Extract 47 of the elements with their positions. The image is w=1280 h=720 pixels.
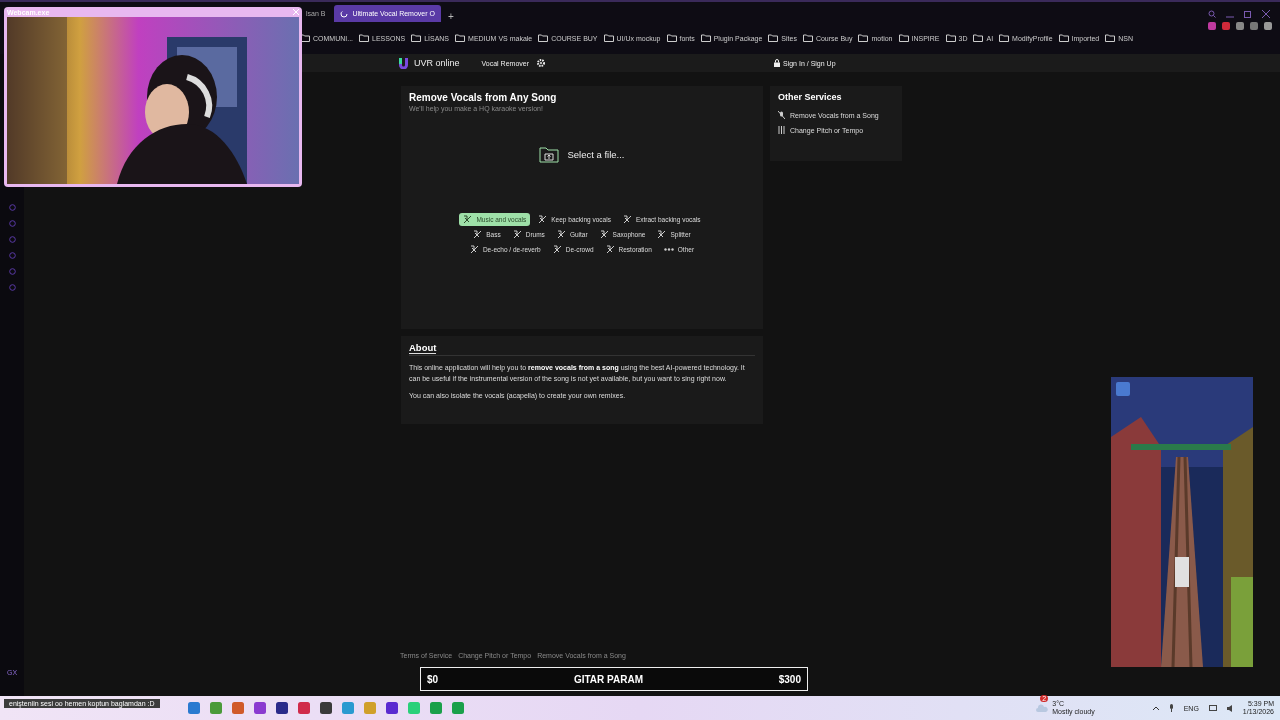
folder-icon [538, 34, 549, 42]
folder-upload-icon [539, 146, 560, 163]
logo-icon[interactable] [398, 57, 409, 69]
folder-icon [802, 34, 813, 42]
folder-icon [999, 34, 1010, 42]
card-title: Remove Vocals from Any Song [409, 92, 558, 103]
chevron-up-icon[interactable] [1152, 706, 1159, 710]
speaker-icon[interactable] [1226, 704, 1233, 712]
folder-icon [359, 34, 370, 42]
cloud-icon [1036, 704, 1049, 712]
dots-icon [663, 248, 674, 251]
folder-icon [1105, 34, 1116, 42]
folder-icon [898, 34, 909, 42]
app-icon[interactable] [276, 702, 288, 714]
select-file-button[interactable]: Select a file... [533, 145, 631, 164]
folder-icon [858, 34, 869, 42]
loading-icon [340, 9, 349, 18]
folder-icon [455, 34, 466, 42]
app-icon[interactable] [254, 702, 266, 714]
new-tab-button[interactable]: + [443, 11, 458, 22]
lock-icon [774, 59, 780, 67]
search-icon[interactable] [1208, 9, 1216, 18]
folder-icon [411, 34, 422, 42]
section-title: About [409, 342, 437, 354]
app-icon[interactable] [188, 702, 200, 714]
folder-icon [300, 34, 310, 42]
goal-start: $0 [427, 673, 439, 685]
folder-icon [768, 34, 779, 42]
app-icon[interactable] [232, 702, 244, 714]
network-icon[interactable] [1208, 704, 1217, 712]
muted-microphone-icon [778, 111, 785, 119]
app-icon[interactable] [320, 702, 332, 714]
folder-icon [666, 34, 677, 42]
goal-end: $300 [778, 673, 801, 685]
app-icon[interactable] [386, 702, 398, 714]
app-icon[interactable] [298, 702, 310, 714]
close-icon[interactable] [1262, 9, 1270, 18]
folder-icon [700, 34, 711, 42]
brand-name[interactable]: UVR online [414, 58, 460, 68]
folder-icon [1058, 34, 1069, 42]
maximize-icon[interactable] [1244, 9, 1252, 18]
card-title: Other Services [778, 92, 843, 102]
folder-icon [945, 34, 956, 42]
folder-icon [603, 34, 614, 42]
folder-icon [973, 34, 984, 42]
goal-title: GITAR PARAM [573, 673, 643, 685]
sliders-icon [778, 126, 785, 134]
